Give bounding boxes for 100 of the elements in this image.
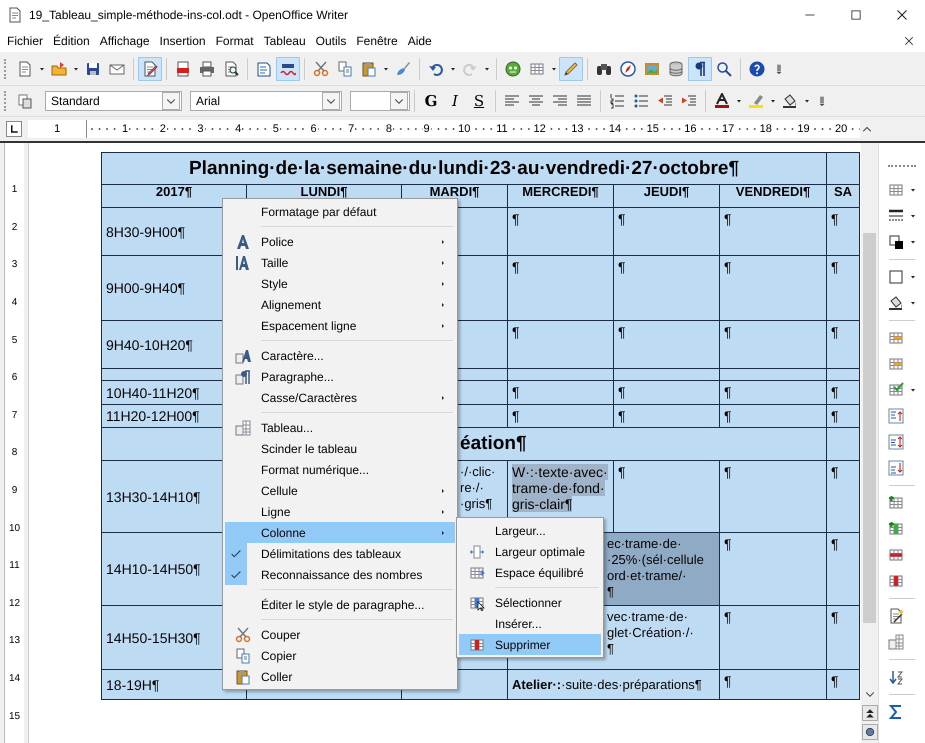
paragraph-style-dropdown[interactable]: Standard [45,91,182,111]
numbered-list-icon [609,93,625,109]
edit-document-icon [142,60,158,76]
ruler-number: 10 [457,123,472,135]
column-header: JEUDI¶ [614,184,720,208]
table-cell: ¶ [614,320,720,368]
tab-stop-button[interactable] [6,121,22,137]
submenu-arrow-icon [439,508,447,516]
pilcrow-button[interactable] [688,56,712,80]
menu-item[interactable]: Supprimer [459,634,601,655]
merge-cells-icon [888,330,904,346]
menu-item[interactable]: Fichier [2,34,48,48]
pencil-icon [563,60,579,76]
edit-document-button[interactable] [138,56,162,80]
menu-item[interactable]: Fenêtre [351,34,403,48]
ruler-number: 5 [12,334,18,346]
scissors-icon [235,626,251,642]
menu-item[interactable]: Insertion [154,34,211,48]
table-title: Planning·de·la·semaine·du·lundi·23·au·vendredi·27·octobre¶ [102,152,827,184]
ruler-number: 12 [532,123,547,135]
printer-icon [199,60,215,76]
align-middle-icon [888,434,904,450]
navigation-button[interactable] [862,724,878,740]
menu-item[interactable]: Affichage [94,34,155,48]
column-delete-icon [469,636,485,652]
table-cell: ¶ [720,380,827,404]
previous-page-button[interactable] [862,705,878,721]
ruler-number: 11 [9,560,20,572]
copy-icon [337,60,353,76]
pdf-icon [175,60,191,76]
help-icon [749,60,765,76]
table-cell: ¶ [720,460,827,532]
column-distribute-icon [469,564,485,580]
table-cell: ¶ [614,208,720,256]
column-header: SA [826,184,860,208]
paint-bucket-icon [888,295,904,311]
new-document-icon [17,60,33,76]
column-header: MERCREDI¶ [508,184,614,208]
ruler-number: 10 [8,522,20,534]
table-cell: ¶ [826,670,860,700]
ruler-number: 9 [422,123,431,135]
table-cell: ¶ [508,256,614,320]
pencil-button[interactable] [559,56,583,80]
brush-icon [395,60,411,76]
menu-item[interactable]: Tableau [258,34,311,48]
menu-item[interactable]: Outils [310,34,352,48]
ruler-number: 12 [8,598,20,609]
menu-item[interactable]: Format [210,34,259,48]
font-name-dropdown[interactable]: Arial [190,91,342,111]
menu-item[interactable]: Édition [48,34,95,48]
submenu-arrow-icon [439,300,447,308]
paste-icon [235,668,251,684]
ruler-number: 3 [12,259,18,270]
ruler-number: 19 [796,123,811,135]
menu-item[interactable]: Aide [402,34,437,48]
page-up-icon [864,707,876,719]
delete-column-icon [888,573,904,589]
bold-button[interactable]: G [419,89,443,113]
table-cell: ¶ [826,606,860,670]
close-icon [904,36,914,46]
smiley-icon [505,60,521,76]
ruler-number: 4 [234,123,242,135]
ruler-number: 4 [12,297,18,308]
scrollbar-thumb[interactable] [863,233,876,623]
scissors-icon [313,60,329,76]
copy-icon [235,648,251,664]
spellcheck-icon [256,60,272,76]
column-select-icon [469,594,485,610]
border-color-icon [888,234,904,250]
maximize-icon [850,9,862,21]
italic-button[interactable]: I [443,89,467,113]
menu-item[interactable]: Colonne [225,522,455,543]
submenu-arrow-icon [439,528,447,536]
paragraph-icon [235,368,251,384]
tab-stop-icon [8,123,20,135]
document-icon [7,7,23,23]
paint-bucket-icon [782,93,798,109]
ruler-number: 8 [384,123,393,135]
insert-column-icon [888,521,904,537]
table-cell: ¶ [508,208,614,256]
table-cell: ¶ [508,380,614,404]
ruler-number: 15 [8,710,20,722]
table-cell: ¶ [720,532,827,606]
ruler-number: 9 [12,485,18,496]
table-cell: ¶ [720,208,827,256]
picture-icon [644,60,660,76]
font-color-icon [714,93,730,109]
font-icon [235,234,251,250]
autospell-button[interactable] [276,56,300,80]
underline-button[interactable]: S [467,89,491,113]
ruler-number: 13 [570,123,584,135]
table-cell: ¶ [826,320,860,368]
paste-icon [361,60,377,76]
character-icon [235,348,251,364]
insert-row-icon [888,495,904,511]
ruler-number: 13 [8,635,20,646]
ruler-number: 8 [12,447,18,458]
save-icon [85,60,101,76]
ruler-number: 18 [758,123,773,135]
split-cells-icon [888,356,904,372]
